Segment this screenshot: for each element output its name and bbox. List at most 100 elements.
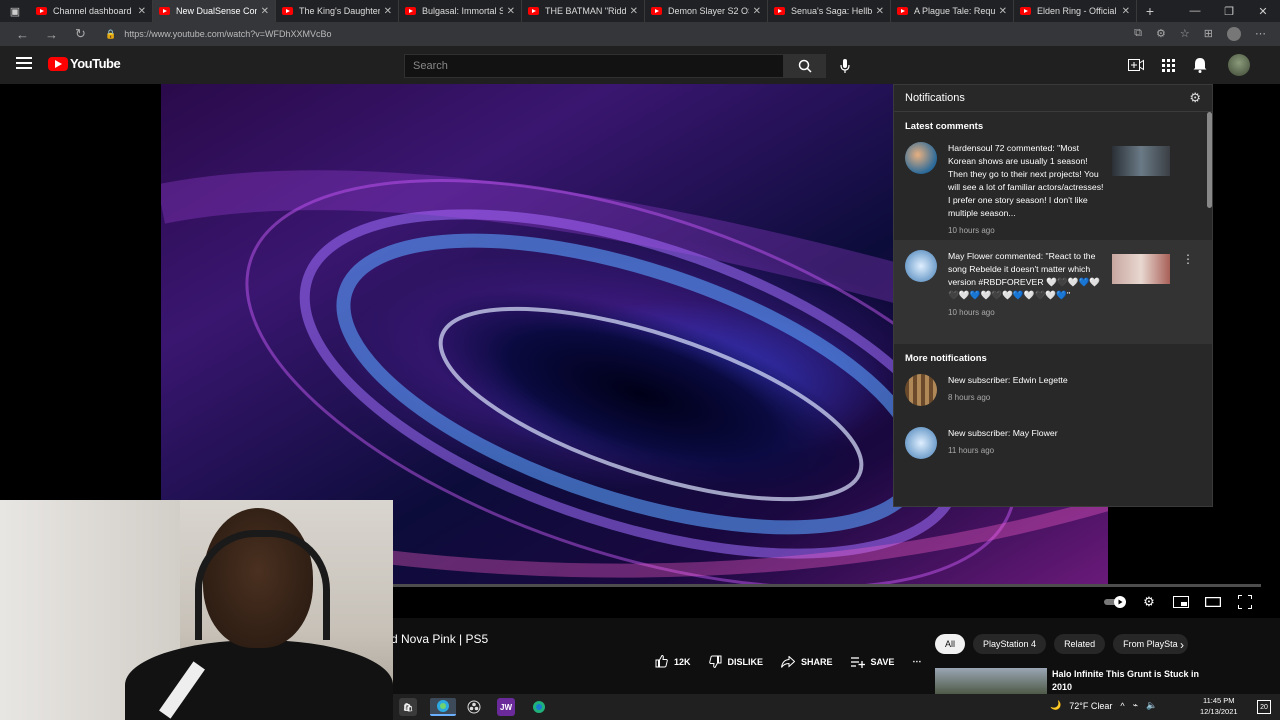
fullscreen-icon[interactable] <box>1236 594 1254 610</box>
tab-close-icon[interactable]: ✕ <box>384 6 392 17</box>
video-progress-bar[interactable] <box>393 584 1261 587</box>
microphone-icon <box>840 59 850 73</box>
clock-time: 11:45 PM <box>1203 696 1235 705</box>
notifications-bell-icon[interactable] <box>1191 56 1209 74</box>
chip-playstation-4[interactable]: PlayStation 4 <box>973 634 1047 654</box>
reload-icon[interactable]: ↻ <box>66 26 95 42</box>
tab-title: Senua's Saga: Hellbla <box>791 6 872 16</box>
browser-tab[interactable]: Channel dashboard - Y ✕ <box>30 0 153 22</box>
jw-app-icon[interactable]: JW <box>497 698 515 716</box>
obs-taskbar-icon[interactable] <box>465 698 483 716</box>
minimize-icon[interactable]: — <box>1178 0 1212 22</box>
tracking-prevention-icon[interactable]: ⚙ <box>1156 27 1166 41</box>
autoplay-toggle[interactable] <box>1104 594 1128 610</box>
browser-tab[interactable]: THE BATMAN "Riddle ✕ <box>522 0 645 22</box>
browser-tab[interactable]: Demon Slayer S2 OST ✕ <box>645 0 768 22</box>
notification-item[interactable]: New subscriber: May Flower 11 hours ago <box>894 417 1212 470</box>
share-label: SHARE <box>801 656 833 667</box>
weather-text[interactable]: 72°F Clear <box>1069 701 1112 711</box>
notifications-header: Notifications ⚙ <box>894 85 1212 112</box>
youtube-favicon-icon <box>651 7 662 15</box>
video-thumbnail <box>1112 146 1170 176</box>
miniplayer-icon[interactable] <box>1172 594 1190 610</box>
apps-grid-icon[interactable] <box>1159 56 1177 74</box>
profile-icon[interactable] <box>1227 27 1241 41</box>
tab-close-icon[interactable]: ✕ <box>261 6 269 17</box>
browser-tab-strip: ▣ Channel dashboard - Y ✕ New DualSense C… <box>0 0 1280 22</box>
recommended-video-thumbnail[interactable] <box>935 668 1047 694</box>
browser-tab[interactable]: Senua's Saga: Hellbla ✕ <box>768 0 891 22</box>
chip-all[interactable]: All <box>935 634 966 654</box>
forward-icon[interactable]: → <box>37 27 66 42</box>
recommended-video-title[interactable]: Halo Infinite This Grunt is Stuck in 201… <box>1052 668 1202 694</box>
tab-title: A Plague Tale: Requie <box>914 6 995 16</box>
save-button[interactable]: SAVE <box>850 656 894 668</box>
url-text: https://www.youtube.com/watch?v=WFDhXXMV… <box>124 29 332 39</box>
search-button[interactable] <box>784 54 826 78</box>
tab-close-icon[interactable]: ✕ <box>1122 6 1130 17</box>
tab-close-icon[interactable]: ✕ <box>630 6 638 17</box>
tab-close-icon[interactable]: ✕ <box>753 6 761 17</box>
notification-time: 10 hours ago <box>948 308 995 317</box>
hamburger-menu-icon[interactable] <box>16 57 32 71</box>
youtube-favicon-icon <box>159 7 170 15</box>
notifications-scrollbar[interactable] <box>1207 112 1212 208</box>
theater-mode-icon[interactable] <box>1204 594 1222 610</box>
browser-tab[interactable]: Bulgasal: Immortal So ✕ <box>399 0 522 22</box>
collections-icon[interactable]: ⊞ <box>1204 27 1213 41</box>
chip-from-playstation[interactable]: From PlaySta <box>1113 634 1188 654</box>
notification-item[interactable]: May Flower commented: "React to the song… <box>894 240 1212 344</box>
tab-close-icon[interactable]: ✕ <box>138 6 146 17</box>
account-avatar[interactable] <box>1228 54 1250 76</box>
notification-item[interactable]: Hardensoul 72 commented: "Most Korean sh… <box>894 132 1212 240</box>
store-icon[interactable]: 🛍 <box>399 698 417 716</box>
youtube-header: YouTube Search <box>0 46 1280 84</box>
create-video-icon[interactable] <box>1127 56 1145 74</box>
notification-item[interactable]: New subscriber: Edwin Legette 8 hours ag… <box>894 364 1212 417</box>
browser-tab-active[interactable]: New DualSense Contr ✕ <box>153 0 276 22</box>
search-icon <box>798 59 812 73</box>
chevron-right-icon[interactable]: › <box>1180 638 1184 652</box>
chip-related[interactable]: Related <box>1054 634 1106 654</box>
taskbar-clock[interactable]: 11:45 PM 12/13/2021 <box>1200 695 1238 717</box>
browser-tab[interactable]: A Plague Tale: Requie ✕ <box>891 0 1014 22</box>
close-window-icon[interactable]: ✕ <box>1246 0 1280 22</box>
youtube-favicon-icon <box>774 7 785 15</box>
youtube-favicon-icon <box>897 7 908 15</box>
like-button[interactable]: 12K <box>655 655 691 668</box>
tab-close-icon[interactable]: ✕ <box>876 6 884 17</box>
address-bar: ← → ↻ 🔒 https://www.youtube.com/watch?v=… <box>0 22 1280 46</box>
restore-icon[interactable]: ❐ <box>1212 0 1246 22</box>
notification-time: 8 hours ago <box>948 393 991 402</box>
lock-icon: 🔒 <box>105 28 117 39</box>
search-input[interactable]: Search <box>404 54 784 78</box>
back-icon[interactable]: ← <box>8 27 37 42</box>
network-icon[interactable]: ⌁ <box>1133 700 1138 711</box>
notification-settings-gear-icon[interactable]: ⚙ <box>1189 90 1201 106</box>
more-actions-icon[interactable]: ⋯ <box>912 656 921 667</box>
new-tab-button[interactable]: + <box>1137 0 1163 22</box>
favorites-icon[interactable]: ☆ <box>1180 27 1190 41</box>
dislike-button[interactable]: DISLIKE <box>708 655 764 668</box>
edge-dev-taskbar-icon[interactable] <box>530 698 548 716</box>
commenter-avatar <box>905 250 937 282</box>
action-center-badge[interactable]: 20 <box>1257 700 1271 714</box>
window-menu-icon[interactable]: ▣ <box>0 0 30 22</box>
share-button[interactable]: SHARE <box>781 655 833 668</box>
voice-search-button[interactable] <box>836 54 854 78</box>
url-field[interactable]: 🔒 https://www.youtube.com/watch?v=WFDhXX… <box>105 29 1134 40</box>
clock-date: 12/13/2021 <box>1200 707 1238 716</box>
tab-close-icon[interactable]: ✕ <box>999 6 1007 17</box>
app-available-icon[interactable]: ⧉ <box>1134 27 1142 41</box>
dislike-label: DISLIKE <box>727 656 764 667</box>
edge-browser-taskbar-icon[interactable] <box>430 698 456 716</box>
settings-more-icon[interactable]: ⋯ <box>1255 27 1266 41</box>
volume-icon[interactable]: 🔈 <box>1146 700 1157 711</box>
browser-tab[interactable]: The King's Daughter ✕ <box>276 0 399 22</box>
youtube-logo[interactable]: YouTube <box>48 56 121 71</box>
browser-tab[interactable]: Elden Ring - Official G ✕ <box>1014 0 1137 22</box>
settings-gear-icon[interactable]: ⚙ <box>1140 594 1158 610</box>
more-options-icon[interactable]: ⋮ <box>1182 252 1194 266</box>
tray-chevron-icon[interactable]: ^ <box>1120 701 1124 711</box>
tab-close-icon[interactable]: ✕ <box>507 6 515 17</box>
